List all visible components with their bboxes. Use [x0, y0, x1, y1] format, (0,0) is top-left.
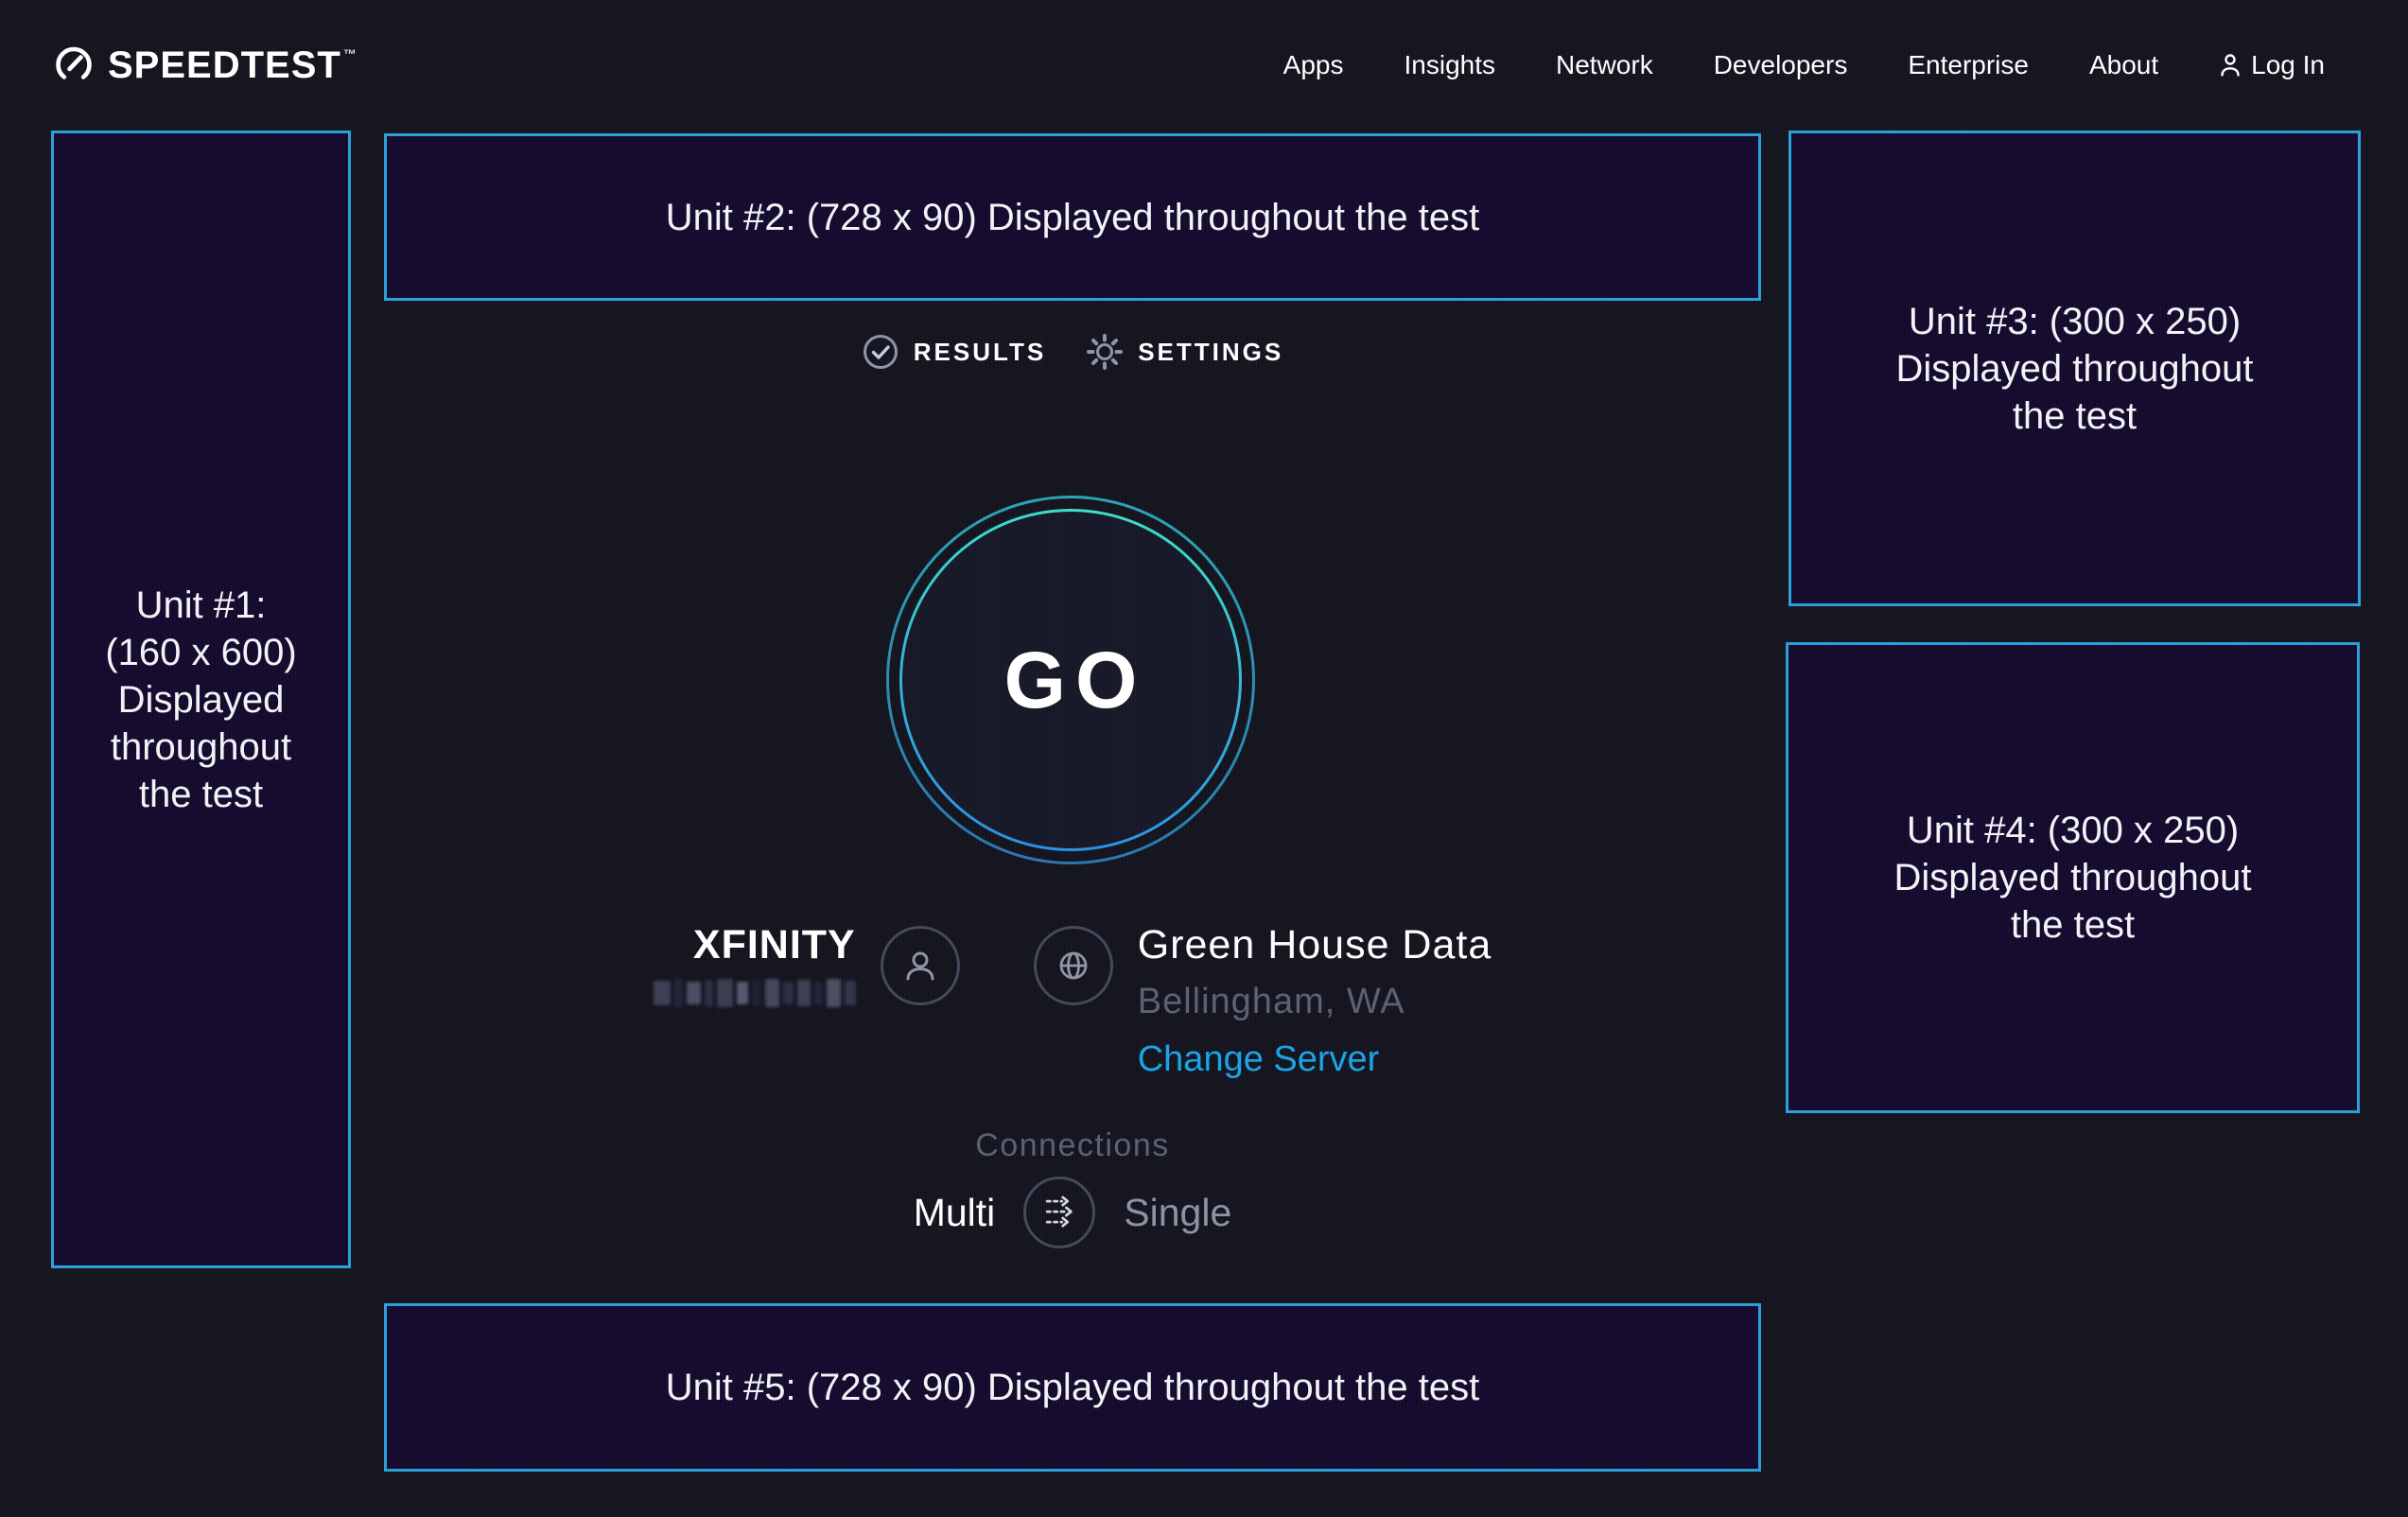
tab-settings[interactable]: SETTINGS — [1086, 333, 1283, 371]
view-tabs: RESULTS SETTINGS — [384, 333, 1761, 371]
nav-item-developers[interactable]: Developers — [1714, 50, 1848, 80]
globe-icon — [1034, 926, 1113, 1005]
nav-item-about[interactable]: About — [2089, 50, 2158, 80]
multi-arrows-icon — [1038, 1193, 1080, 1232]
user-avatar-icon — [881, 926, 960, 1005]
go-ring-gap: GO — [889, 498, 1252, 862]
ad-unit-1-label: Unit #1: (160 x 600) Displayed throughou… — [105, 582, 296, 818]
nav-item-apps[interactable]: Apps — [1283, 50, 1344, 80]
results-label: RESULTS — [914, 338, 1046, 367]
ad-unit-5-label: Unit #5: (728 x 90) Displayed throughout… — [666, 1364, 1480, 1411]
server-name: Green House Data — [1138, 922, 1492, 968]
isp-name: XFINITY — [693, 922, 856, 968]
settings-label: SETTINGS — [1138, 338, 1283, 367]
check-circle-icon — [862, 333, 899, 371]
connections-mode-row: Multi Single — [384, 1177, 1761, 1248]
login-label: Log In — [2251, 50, 2325, 80]
server-location: Bellingham, WA — [1138, 982, 1405, 1022]
ad-unit-2[interactable]: Unit #2: (728 x 90) Displayed throughout… — [384, 133, 1761, 301]
connection-info-row: XFINITY — [384, 922, 1761, 1080]
logo-text: SPEEDTEST™ — [108, 44, 358, 87]
go-core: GO — [902, 512, 1239, 848]
nav-item-network[interactable]: Network — [1556, 50, 1653, 80]
server-block: Green House Data Bellingham, WA Change S… — [1034, 922, 1492, 1080]
go-inner-ring: GO — [899, 509, 1242, 851]
ad-unit-1[interactable]: Unit #1: (160 x 600) Displayed throughou… — [51, 131, 351, 1268]
masked-ip-address — [654, 978, 856, 1008]
ad-unit-4[interactable]: Unit #4: (300 x 250) Displayed throughou… — [1786, 642, 2360, 1113]
top-nav: SPEEDTEST™ Apps Insights Network Develop… — [0, 0, 2408, 131]
ad-unit-5[interactable]: Unit #5: (728 x 90) Displayed throughout… — [384, 1303, 1761, 1472]
ad-unit-3-label: Unit #3: (300 x 250) Displayed throughou… — [1895, 298, 2253, 440]
ad-unit-4-label: Unit #4: (300 x 250) Displayed throughou… — [1893, 807, 2251, 949]
speedometer-gauge-icon — [53, 44, 95, 86]
nav-item-insights[interactable]: Insights — [1405, 50, 1496, 80]
go-button[interactable]: GO — [886, 496, 1255, 864]
nav-item-enterprise[interactable]: Enterprise — [1908, 50, 2029, 80]
go-label: GO — [995, 635, 1147, 726]
login-button[interactable]: Log In — [2219, 50, 2325, 80]
ad-unit-3[interactable]: Unit #3: (300 x 250) Displayed throughou… — [1789, 131, 2361, 606]
user-icon — [2219, 52, 2242, 78]
main-nav: Apps Insights Network Developers Enterpr… — [1283, 50, 2325, 80]
ad-unit-2-label: Unit #2: (728 x 90) Displayed throughout… — [666, 194, 1480, 241]
change-server-link[interactable]: Change Server — [1138, 1039, 1380, 1080]
trademark-mark: ™ — [343, 46, 358, 61]
multi-connection-option[interactable]: Multi — [914, 1191, 996, 1235]
gear-icon — [1086, 333, 1124, 371]
tab-results[interactable]: RESULTS — [862, 333, 1046, 371]
connections-label: Connections — [384, 1127, 1761, 1164]
isp-block: XFINITY — [654, 922, 960, 1008]
connections-toggle[interactable] — [1023, 1177, 1095, 1248]
single-connection-option[interactable]: Single — [1124, 1191, 1231, 1235]
speedtest-logo[interactable]: SPEEDTEST™ — [53, 44, 358, 87]
